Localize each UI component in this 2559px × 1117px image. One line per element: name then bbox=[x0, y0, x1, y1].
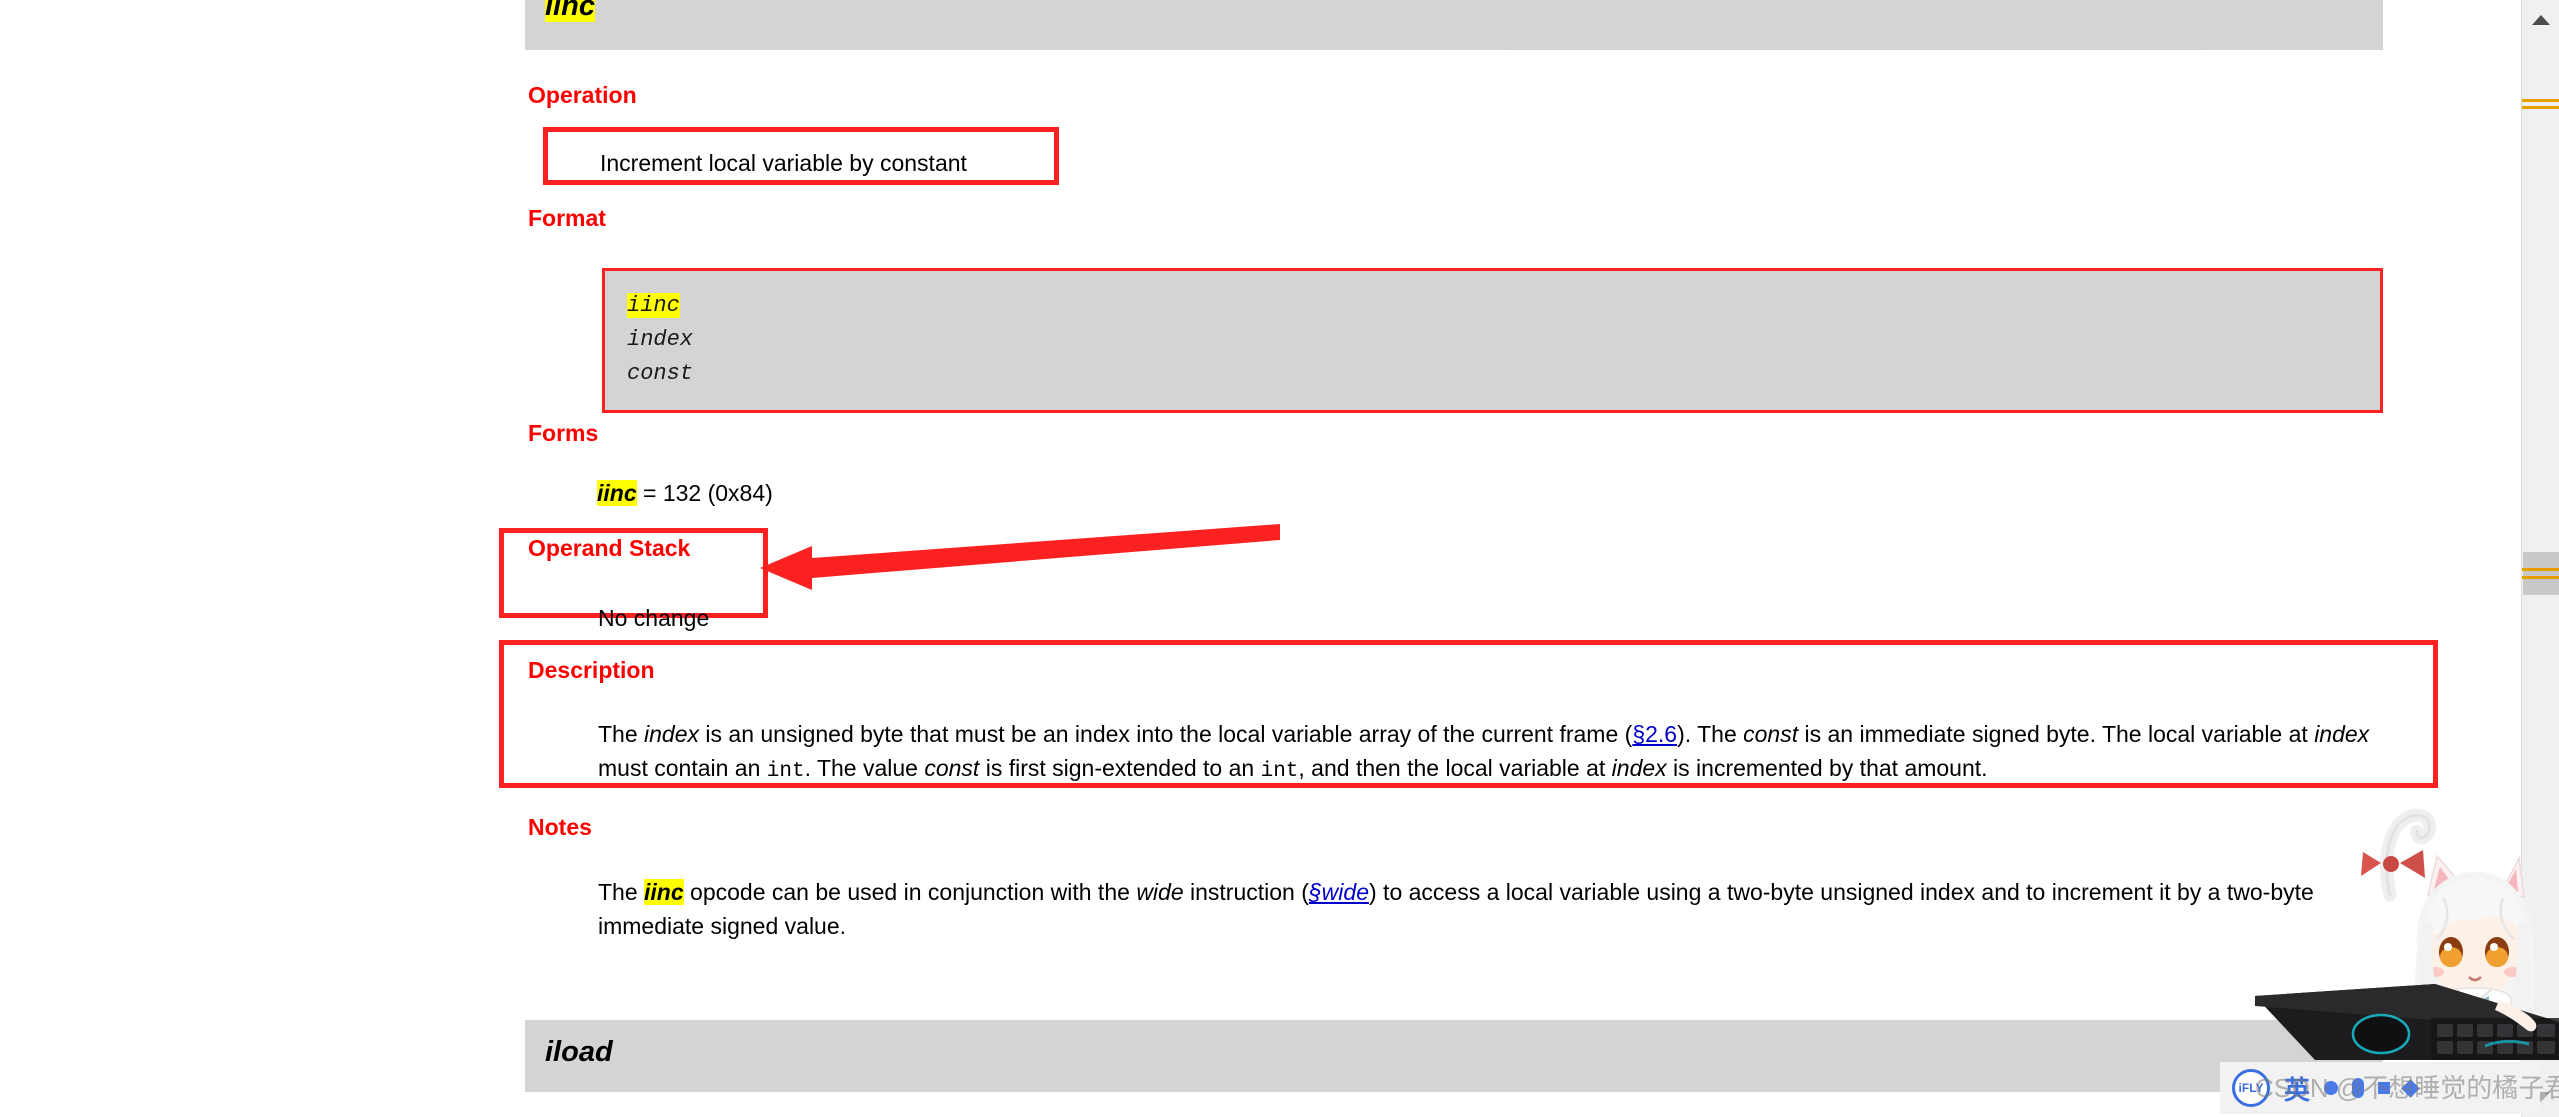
section-heading-format: Format bbox=[528, 205, 606, 231]
scrollbar-find-mark bbox=[2522, 576, 2559, 579]
desc-int-1: int bbox=[766, 760, 805, 783]
section-heading-operand-stack: Operand Stack bbox=[528, 535, 691, 561]
desc-t2: is an unsigned byte that must be an inde… bbox=[699, 721, 1633, 747]
desc-int-2: int bbox=[1260, 760, 1299, 783]
opcode-header-iload: iload bbox=[525, 1020, 2383, 1092]
desc-t9: is incremented by that amount. bbox=[1666, 755, 1988, 781]
document-viewport[interactable]: iinc Operation Increment local variable … bbox=[0, 0, 2521, 1117]
format-code-line: iinc bbox=[627, 293, 680, 318]
desc-t6: . The value bbox=[804, 755, 925, 781]
forms-opcode-name: iinc bbox=[597, 480, 637, 506]
section-heading-operation: Operation bbox=[528, 82, 637, 108]
operation-text: Increment local variable by constant bbox=[600, 150, 967, 176]
desc-index-2: index bbox=[2314, 721, 2370, 747]
desc-t1: The bbox=[598, 721, 645, 747]
notes-wide: wide bbox=[1136, 879, 1184, 905]
ime-keyboard-icon[interactable] bbox=[2378, 1082, 2391, 1094]
notes-iinc: iinc bbox=[644, 879, 684, 905]
section-heading-description: Description bbox=[528, 657, 655, 683]
desc-t4: is an immediate signed byte. The local v… bbox=[1798, 721, 2315, 747]
section-heading-forms: Forms bbox=[528, 420, 599, 446]
notes-t2: opcode can be used in conjunction with t… bbox=[683, 879, 1137, 905]
scrollbar-thumb[interactable] bbox=[2523, 552, 2559, 595]
ime-voice-icon[interactable] bbox=[2324, 1081, 2339, 1095]
link-section-wide[interactable]: §wide bbox=[1309, 879, 1369, 905]
format-code-block: iinc index const bbox=[602, 268, 2383, 413]
ime-menu-icon[interactable] bbox=[2401, 1078, 2420, 1098]
ime-toolbar[interactable]: iFLY 英 bbox=[2220, 1062, 2540, 1114]
link-section-2-6[interactable]: §2.6 bbox=[1632, 721, 1677, 747]
opcode-header-iinc: iinc bbox=[525, 0, 2383, 50]
ime-language-mode-button[interactable]: 英 bbox=[2284, 1070, 2310, 1107]
scrollbar-find-mark bbox=[2522, 568, 2559, 571]
screenshot-root: iinc Operation Increment local variable … bbox=[0, 0, 2559, 1117]
desktop-mascot-character bbox=[2255, 808, 2559, 1060]
desc-const-1: const bbox=[1743, 721, 1799, 747]
scrollbar-up-arrow-icon[interactable] bbox=[2522, 0, 2559, 40]
desc-t7: is first sign-extended to an bbox=[979, 755, 1261, 781]
desc-t3: ). The bbox=[1677, 721, 1744, 747]
opcode-header-iinc-label: iinc bbox=[525, 0, 595, 22]
forms-opcode-value: = 132 (0x84) bbox=[636, 480, 773, 506]
notes-t3: instruction ( bbox=[1183, 879, 1309, 905]
desc-const-2: const bbox=[924, 755, 980, 781]
scrollbar-find-mark bbox=[2522, 106, 2559, 109]
forms-value: iinc = 132 (0x84) bbox=[597, 476, 773, 510]
section-heading-notes: Notes bbox=[528, 814, 592, 840]
notes-t1: The bbox=[598, 879, 645, 905]
scrollbar-find-mark bbox=[2522, 99, 2559, 102]
format-code-line: const bbox=[627, 361, 694, 386]
notes-paragraph: The iinc opcode can be used in conjuncti… bbox=[598, 875, 2388, 943]
desc-index-1: index bbox=[644, 721, 700, 747]
opcode-header-iload-label: iload bbox=[545, 1036, 613, 1068]
annotation-arrow-operand-stack bbox=[760, 524, 1280, 590]
desc-t8: , and then the local variable at bbox=[1298, 755, 1612, 781]
desc-index-3: index bbox=[1611, 755, 1667, 781]
description-paragraph: The index is an unsigned byte that must … bbox=[598, 717, 2388, 789]
ifly-logo-icon[interactable]: iFLY bbox=[2232, 1069, 2270, 1107]
operand-stack-text: No change bbox=[598, 605, 710, 631]
ime-microphone-icon[interactable] bbox=[2352, 1078, 2365, 1098]
format-code-line: index bbox=[627, 327, 694, 352]
desc-t5: must contain an bbox=[598, 755, 767, 781]
